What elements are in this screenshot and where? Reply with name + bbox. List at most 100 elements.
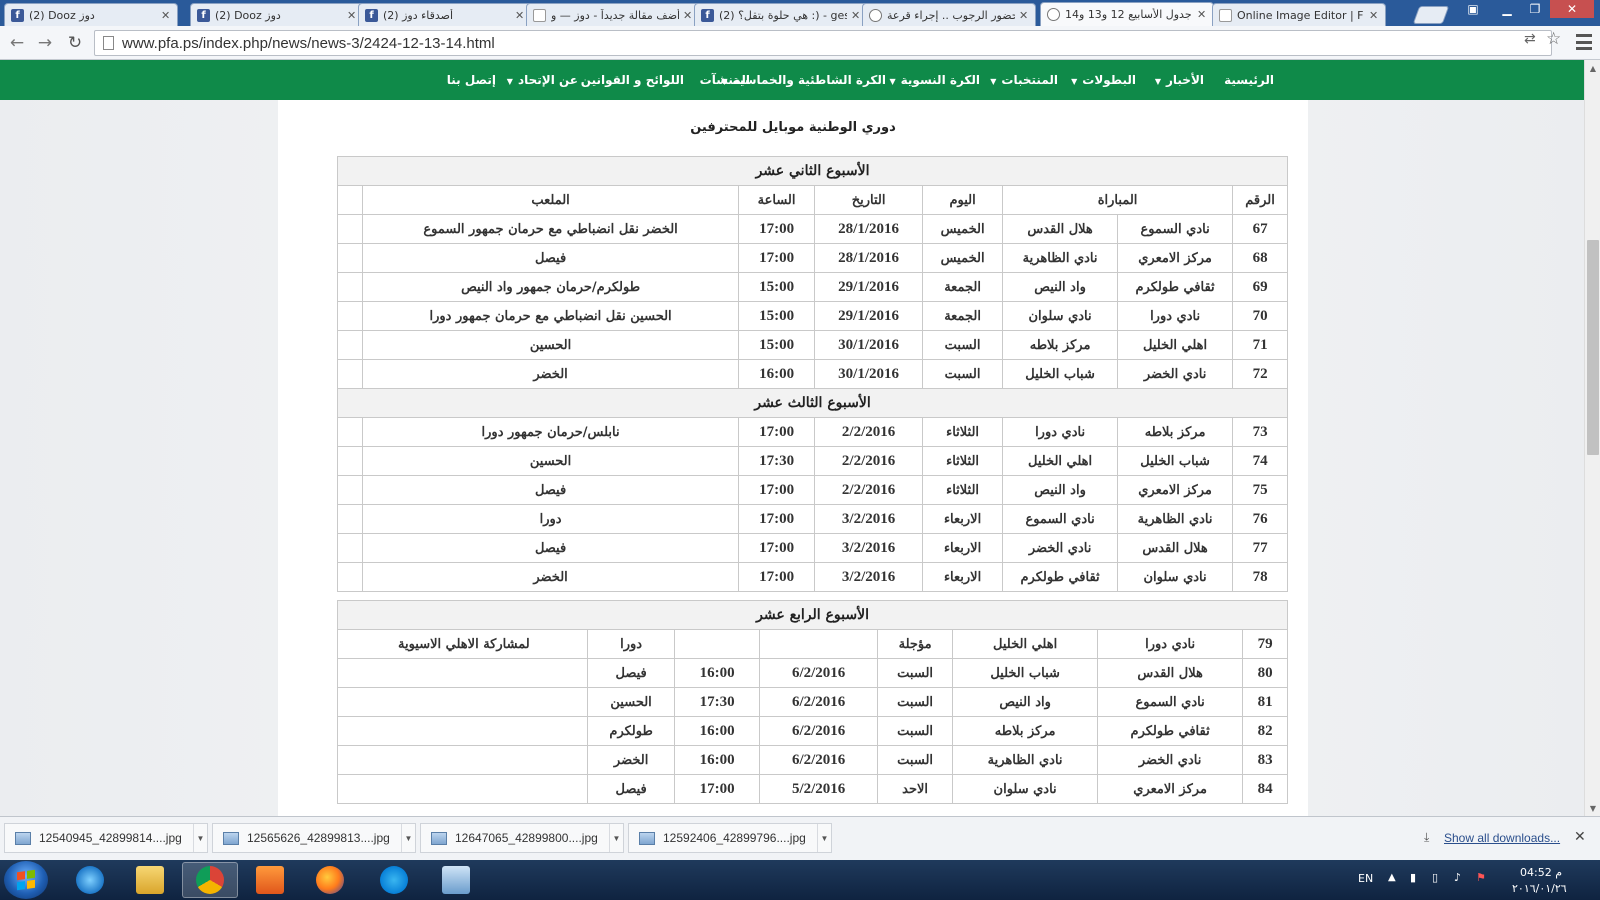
chevron-down-icon: ▼	[990, 77, 997, 86]
maximize-icon[interactable]: ❐	[1522, 0, 1548, 18]
nav-item[interactable]: البطولات ▼	[1071, 60, 1136, 100]
image-file-icon	[639, 831, 655, 845]
network-icon[interactable]: ▮	[1410, 871, 1416, 884]
chrome-menu-icon[interactable]	[1576, 34, 1592, 50]
facebook-icon: f	[701, 8, 714, 22]
cell-time: 16:00	[674, 658, 761, 688]
download-item[interactable]: 12592406_42899796....jpg ▼	[628, 823, 832, 853]
nav-item[interactable]: الكرة النسوية ▼	[889, 60, 980, 100]
nav-item[interactable]: عن الإتحاد ▼	[507, 60, 578, 100]
cell-venue: الخضر	[362, 359, 740, 389]
show-all-downloads-link[interactable]: Show all downloads...	[1444, 831, 1560, 845]
scroll-down-icon[interactable]: ▼	[1585, 800, 1600, 816]
vertical-scrollbar[interactable]: ▲ ▼	[1584, 60, 1600, 816]
battery-icon[interactable]: ▯	[1432, 871, 1438, 884]
nav-item[interactable]: إتصل بنا	[447, 60, 496, 100]
scroll-up-icon[interactable]: ▲	[1585, 60, 1600, 76]
browser-tab[interactable]: f (2) Dooz دوز ✕	[4, 3, 178, 26]
browser-tab[interactable]: f (2) أصدقاء دوز ✕	[358, 3, 532, 26]
chevron-down-icon[interactable]: ▼	[817, 824, 831, 852]
tab-close-icon[interactable]: ✕	[1197, 8, 1207, 21]
cell-away: نادي السموع	[1002, 504, 1119, 534]
cell-date: 2/2/2016	[814, 417, 924, 447]
cell-note	[336, 745, 589, 775]
address-bar[interactable]: www.pfa.ps/index.php/news/news-3/2424-12…	[94, 30, 1552, 56]
cell-day: الاربعاء	[922, 533, 1004, 563]
nav-item[interactable]: الأخبار ▼	[1155, 60, 1204, 100]
cell-venue: فيصل	[362, 533, 740, 563]
start-button[interactable]	[4, 861, 48, 899]
volume-icon[interactable]: ♪	[1454, 871, 1461, 884]
download-item[interactable]: 12565626_42899813....jpg ▼	[212, 823, 416, 853]
cell-time: 17:00	[738, 533, 816, 563]
scrollbar-thumb[interactable]	[1587, 240, 1599, 455]
back-icon[interactable]: ←	[6, 32, 28, 54]
window-close-icon[interactable]: ✕	[1550, 0, 1594, 18]
nav-item[interactable]: المنتخبات ▼	[990, 60, 1058, 100]
download-item[interactable]: 12540945_42899814....jpg ▼	[4, 823, 208, 853]
tab-close-icon[interactable]: ✕	[851, 9, 861, 22]
translate-icon[interactable]: ⇄	[1524, 31, 1536, 47]
nav-item-label: اللوائح و القوانين	[580, 73, 684, 87]
cell-num: 82	[1242, 716, 1289, 746]
taskbar-app[interactable]	[302, 862, 358, 898]
close-shelf-icon[interactable]: ✕	[1574, 829, 1586, 845]
profile-icon[interactable]: ▣	[1458, 0, 1488, 18]
tab-close-icon[interactable]: ✕	[1369, 9, 1379, 22]
chevron-down-icon[interactable]: ▼	[401, 824, 415, 852]
cell-day: الثلاثاء	[922, 475, 1004, 505]
cell-day: الجمعة	[922, 272, 1004, 302]
minimize-icon[interactable]: ▁	[1494, 0, 1520, 18]
media-player-icon	[256, 866, 284, 894]
new-tab-button[interactable]	[1412, 6, 1450, 24]
tab-close-icon[interactable]: ✕	[347, 9, 357, 22]
nav-item[interactable]: الرئيسية	[1224, 60, 1274, 100]
tab-close-icon[interactable]: ✕	[683, 9, 693, 22]
cell-time: 17:30	[674, 687, 761, 717]
taskbar-app[interactable]	[122, 862, 178, 898]
taskbar-app[interactable]	[366, 862, 422, 898]
chevron-down-icon[interactable]: ▼	[609, 824, 623, 852]
clock-time[interactable]: 04:52 م	[1520, 866, 1562, 879]
taskbar-app[interactable]	[428, 862, 484, 898]
browser-tab[interactable]: f (2) هي حلوة بتقل؟ :) - ges ✕	[694, 3, 868, 26]
browser-tab[interactable]: جدول الأسابيع 12 و13 و14 ✕	[1040, 2, 1214, 26]
eye-icon	[869, 8, 882, 22]
bookmark-star-icon[interactable]: ☆	[1546, 29, 1561, 49]
action-center-icon[interactable]: ⚑	[1476, 871, 1486, 884]
forward-icon[interactable]: →	[34, 32, 56, 54]
cell-venue: فيصل	[587, 774, 676, 804]
browser-tab[interactable]: أضف مقالة جديداً - دوز — و ✕	[526, 3, 700, 26]
browser-tab[interactable]: بحضور الرجوب .. إجراء قرعة ✕	[862, 3, 1036, 26]
tab-close-icon[interactable]: ✕	[161, 9, 171, 22]
cell-time: 17:30	[738, 446, 816, 476]
cell-venue: الخضر نقل انضباطي مع حرمان جمهور السموع	[362, 214, 740, 244]
taskbar-app[interactable]	[62, 862, 118, 898]
taskbar-app[interactable]	[182, 862, 238, 898]
empty-cell	[336, 359, 364, 389]
tab-title: (2) Dooz دوز	[215, 8, 281, 22]
language-indicator[interactable]: EN	[1358, 872, 1373, 885]
browser-tab[interactable]: f (2) Dooz دوز ✕	[190, 3, 364, 26]
table-row: 71 اهلي الخليل مركز بلاطه السبت 30/1/2016 15:…	[336, 330, 1289, 360]
clock-date[interactable]: ٢٠١٦/٠١/٢٦	[1512, 882, 1567, 895]
tab-close-icon[interactable]: ✕	[1019, 9, 1029, 22]
cell-day: السبت	[877, 716, 954, 746]
cell-home: هلال القدس	[1097, 658, 1244, 688]
cell-num: 77	[1232, 533, 1289, 563]
nav-item-label: الرئيسية	[1224, 73, 1274, 87]
empty-cell	[336, 446, 364, 476]
chevron-down-icon[interactable]: ▼	[193, 824, 207, 852]
browser-tab[interactable]: Online Image Editor | F ✕	[1212, 3, 1386, 26]
nav-item[interactable]: المنشآت	[700, 60, 750, 100]
taskbar-app[interactable]	[242, 862, 298, 898]
tab-close-icon[interactable]: ✕	[515, 9, 525, 22]
show-hidden-icons-icon[interactable]: ▲	[1388, 872, 1396, 883]
cell-away: اهلي الخليل	[952, 629, 1099, 659]
table-row: 72 نادي الخضر شباب الخليل السبت 30/1/2016 16:…	[336, 359, 1289, 389]
tab-title: بحضور الرجوب .. إجراء قرعة	[887, 8, 1015, 22]
nav-item[interactable]: اللوائح و القوانين	[581, 60, 684, 100]
download-item[interactable]: 12647065_42899800....jpg ▼	[420, 823, 624, 853]
reload-icon[interactable]: ↻	[64, 32, 86, 54]
empty-cell	[336, 417, 364, 447]
